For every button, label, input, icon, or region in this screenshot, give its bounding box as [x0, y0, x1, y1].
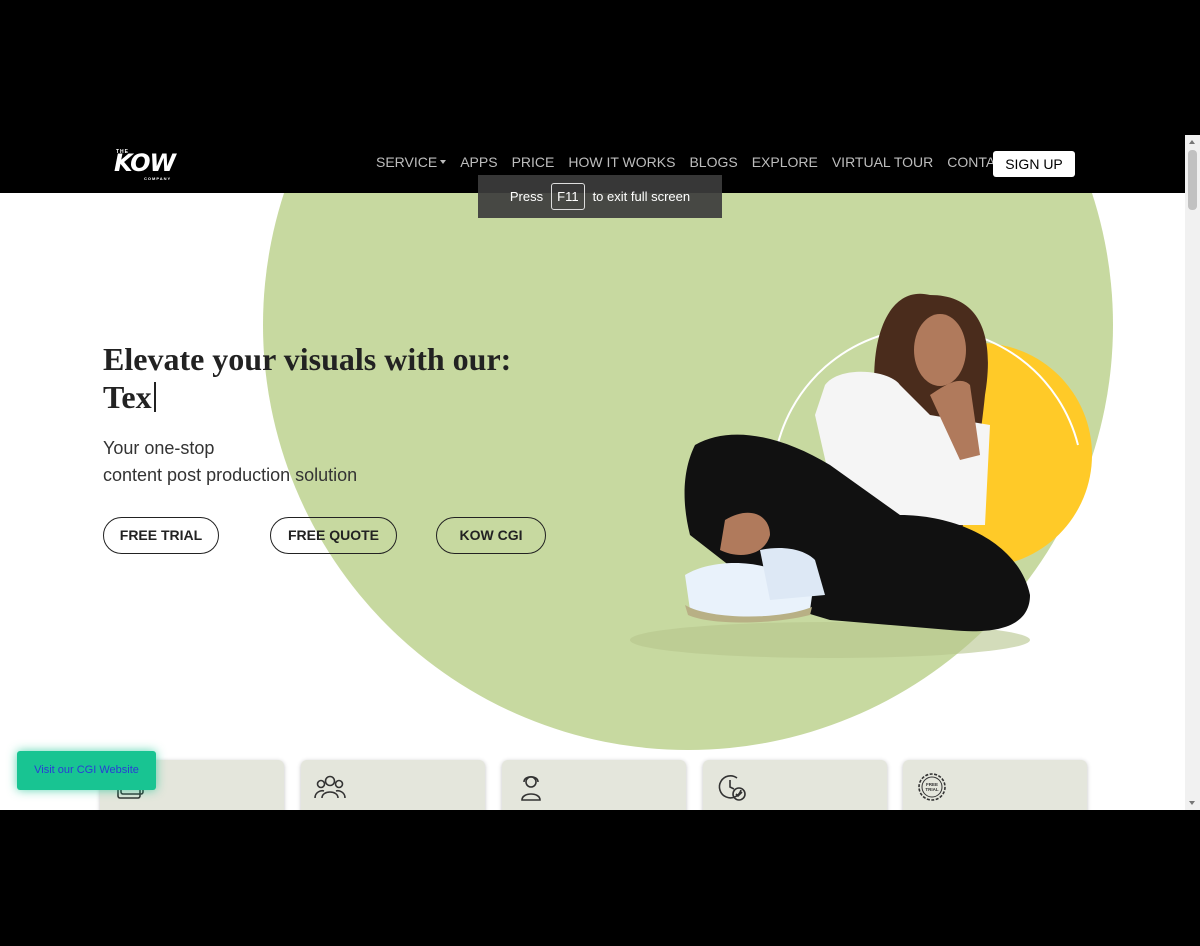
face — [914, 314, 966, 386]
fullscreen-notice-suffix: to exit full screen — [592, 189, 691, 204]
nav-item-apps[interactable]: APPS — [460, 154, 497, 170]
kow-cgi-button[interactable]: KOW CGI — [436, 517, 546, 554]
nav-item-virtual-tour[interactable]: VIRTUAL TOUR — [832, 154, 933, 170]
team-icon — [314, 775, 346, 799]
hero-model-illustration — [630, 293, 1092, 658]
hero-title-line1: Elevate your visuals with our: — [103, 341, 512, 377]
free-quote-button[interactable]: FREE QUOTE — [270, 517, 397, 554]
support-agent-icon — [521, 775, 541, 801]
nav-links: SERVICE APPS PRICE HOW IT WORKS BLOGS EX… — [376, 154, 1028, 170]
hero-subtitle-line2: content post production solution — [103, 465, 358, 485]
clock-check-icon — [718, 775, 746, 801]
nav-item-service[interactable]: SERVICE — [376, 154, 447, 170]
kow-logo[interactable]: THE KOW COMPANY — [110, 147, 190, 181]
fullscreen-notice: Press F11 to exit full screen — [478, 175, 722, 218]
feature-card[interactable] — [703, 760, 887, 810]
f11-key: F11 — [551, 183, 585, 210]
nav-item-label: SERVICE — [376, 154, 438, 170]
signup-button[interactable]: SIGN UP — [993, 151, 1075, 177]
typing-cursor — [153, 382, 156, 412]
hero-typed-text: Tex — [103, 379, 152, 415]
feature-card[interactable] — [502, 760, 686, 810]
nav-item-how-it-works[interactable]: HOW IT WORKS — [568, 154, 675, 170]
hero-title: Elevate your visuals with our: Tex — [103, 340, 511, 416]
nav-item-explore[interactable]: EXPLORE — [752, 154, 818, 170]
nav-item-price[interactable]: PRICE — [512, 154, 555, 170]
free-trial-badge-icon: FREE TRIAL — [918, 773, 946, 801]
page-scrollbar[interactable] — [1185, 135, 1200, 810]
feature-cards: FREE TRIAL — [100, 760, 1090, 810]
visit-cgi-website-button[interactable]: Visit our CGI Website — [17, 751, 156, 790]
hero-typed-line: Tex — [103, 378, 511, 416]
free-trial-button[interactable]: FREE TRIAL — [103, 517, 219, 554]
chevron-down-icon — [440, 160, 447, 164]
hero-subtitle-line1: Your one-stop — [103, 438, 215, 458]
nav-item-blogs[interactable]: BLOGS — [689, 154, 737, 170]
scroll-down-arrow-icon[interactable] — [1189, 801, 1195, 805]
svg-text:TRIAL: TRIAL — [925, 787, 938, 792]
scrollbar-thumb[interactable] — [1188, 150, 1197, 210]
feature-card[interactable] — [301, 760, 485, 810]
feature-card[interactable]: FREE TRIAL — [903, 760, 1087, 810]
logo-kow: KOW — [114, 149, 176, 177]
hero-subtitle: Your one-stop content post production so… — [103, 435, 357, 489]
scroll-up-arrow-icon[interactable] — [1189, 140, 1195, 144]
logo-company: COMPANY — [144, 176, 172, 181]
browser-viewport: THE KOW COMPANY SERVICE APPS PRICE HOW I… — [0, 135, 1185, 810]
fullscreen-notice-prefix: Press — [509, 189, 544, 204]
